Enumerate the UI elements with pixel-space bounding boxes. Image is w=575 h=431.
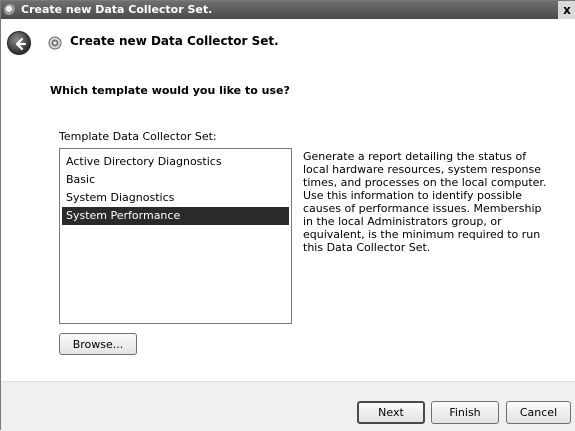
list-item-selected[interactable]: System Performance: [62, 207, 289, 225]
template-listbox[interactable]: Active Directory Diagnostics Basic Syste…: [59, 148, 292, 324]
close-icon[interactable]: x: [558, 1, 575, 19]
list-item[interactable]: Active Directory Diagnostics: [62, 153, 289, 171]
wizard-content: Which template would you like to use? Te…: [1, 69, 575, 381]
page-question: Which template would you like to use?: [50, 84, 290, 97]
title-bar[interactable]: Create new Data Collector Set. x: [1, 1, 575, 19]
back-arrow-icon: [15, 37, 27, 51]
dialog-window: Create new Data Collector Set. x Create …: [0, 0, 575, 431]
data-collector-icon: [48, 36, 62, 50]
finish-button[interactable]: Finish: [431, 401, 499, 424]
browse-button[interactable]: Browse...: [59, 333, 137, 355]
back-button[interactable]: [7, 31, 31, 55]
wizard-header: Create new Data Collector Set.: [1, 19, 575, 69]
data-collector-icon: [4, 4, 16, 16]
template-list-label: Template Data Collector Set:: [59, 130, 217, 143]
next-button[interactable]: Next: [357, 401, 425, 424]
wizard-title: Create new Data Collector Set.: [70, 34, 279, 48]
wizard-footer: Next Finish Cancel: [1, 381, 575, 431]
template-description: Generate a report detailing the status o…: [303, 150, 547, 254]
window-title: Create new Data Collector Set.: [21, 3, 213, 16]
list-item[interactable]: Basic: [62, 171, 289, 189]
list-item[interactable]: System Diagnostics: [62, 189, 289, 207]
cancel-button[interactable]: Cancel: [506, 401, 571, 424]
